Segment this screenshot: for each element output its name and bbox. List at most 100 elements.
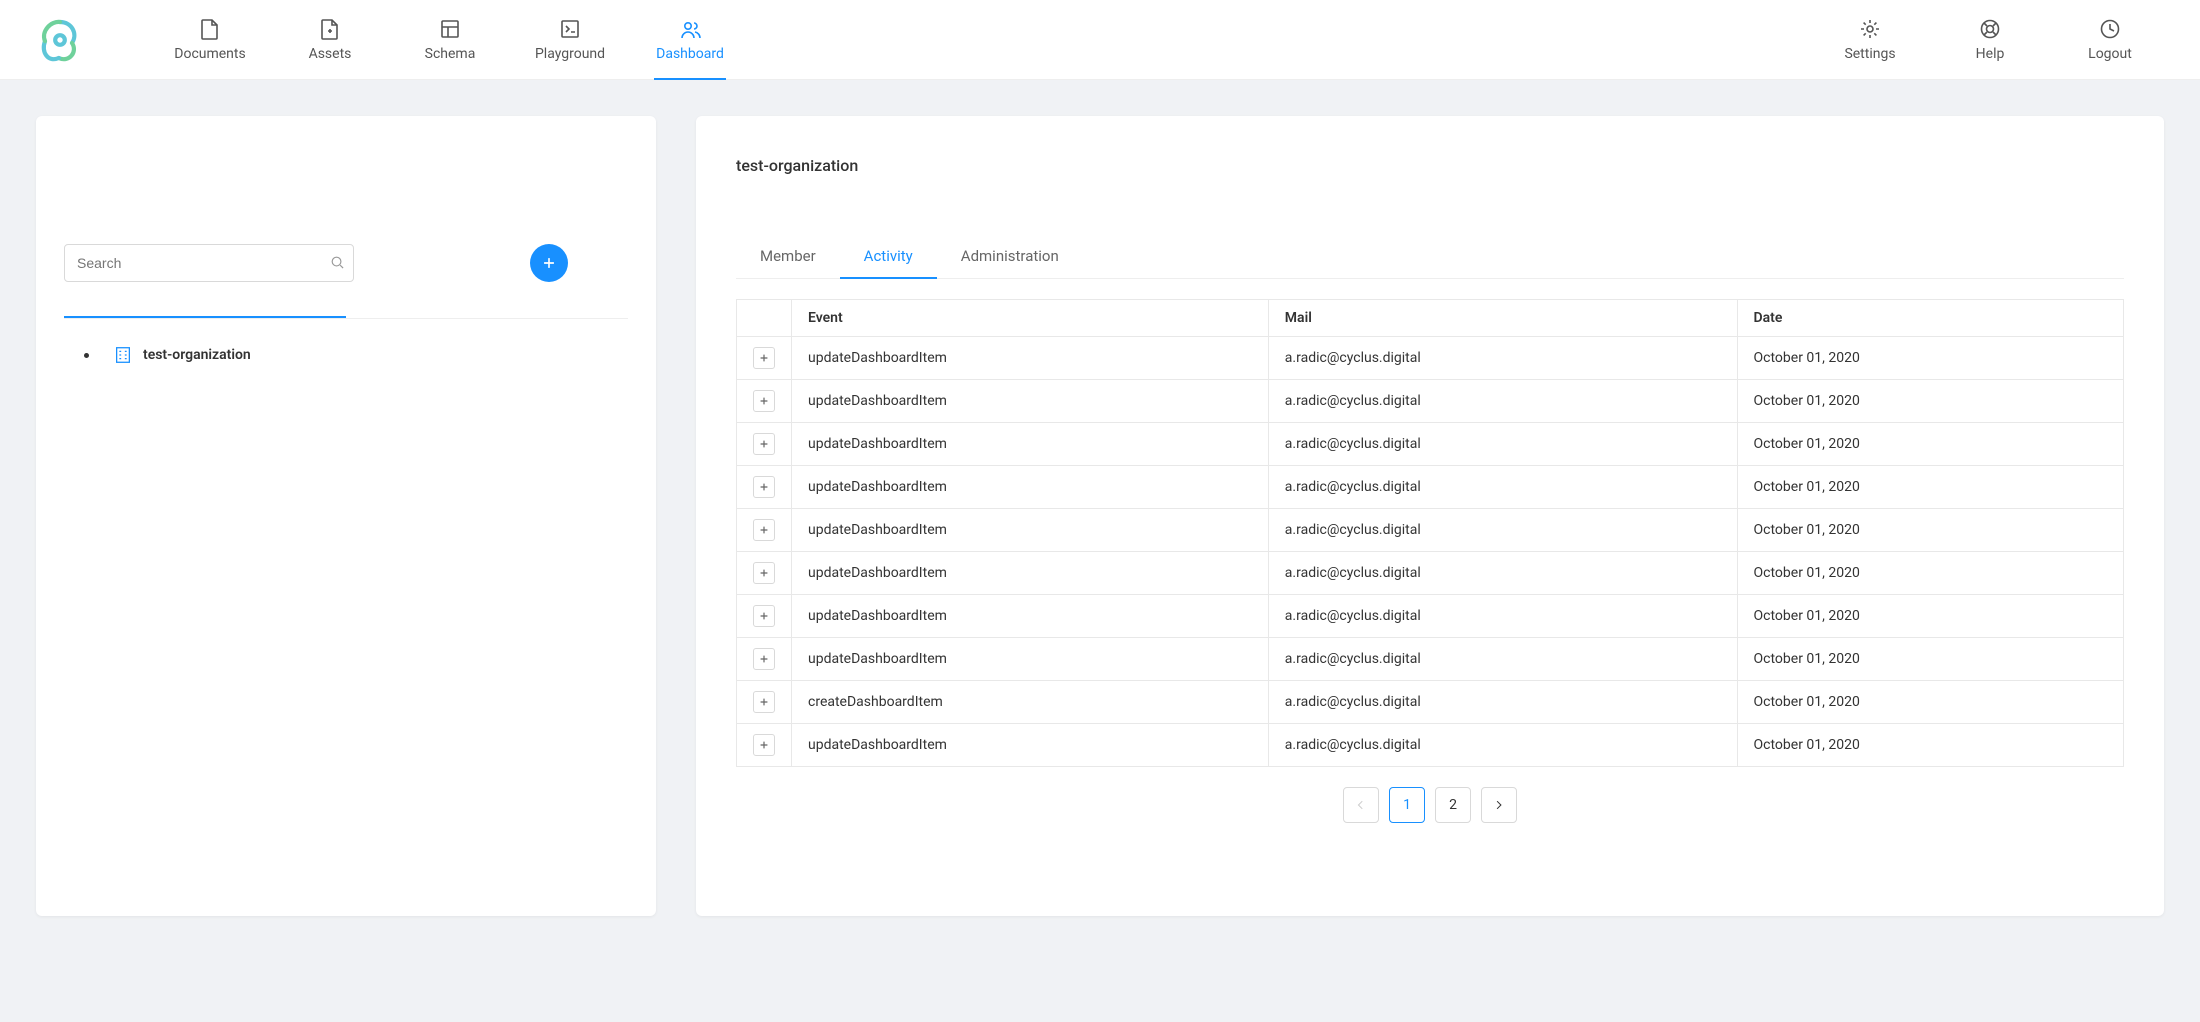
expand-row-button[interactable] — [753, 691, 775, 713]
table-row: updateDashboardItem a.radic@cyclus.digit… — [737, 724, 2124, 767]
tab-activity[interactable]: Activity — [840, 235, 937, 279]
table-row: createDashboardItem a.radic@cyclus.digit… — [737, 681, 2124, 724]
expand-header — [737, 300, 792, 337]
nav-label: Logout — [2088, 46, 2132, 62]
cell-date: October 01, 2020 — [1737, 595, 2123, 638]
nav-schema[interactable]: Schema — [390, 0, 510, 80]
column-header: Mail — [1268, 300, 1737, 337]
table-row: updateDashboardItem a.radic@cyclus.digit… — [737, 423, 2124, 466]
expand-row-button[interactable] — [753, 648, 775, 670]
cell-event: updateDashboardItem — [792, 724, 1269, 767]
nav-documents[interactable]: Documents — [150, 0, 270, 80]
top-nav: Documents Assets Schema Playground Dashb… — [0, 0, 2200, 80]
add-organization-button[interactable] — [530, 244, 568, 282]
nav-label: Dashboard — [656, 46, 724, 62]
cell-event: createDashboardItem — [792, 681, 1269, 724]
bullet-icon — [84, 353, 89, 358]
cell-mail: a.radic@cyclus.digital — [1268, 552, 1737, 595]
cell-date: October 01, 2020 — [1737, 423, 2123, 466]
nav-label: Schema — [425, 46, 476, 62]
gear-icon — [1859, 18, 1881, 40]
column-header: Event — [792, 300, 1269, 337]
cell-event: updateDashboardItem — [792, 380, 1269, 423]
page-title: test-organization — [736, 156, 2124, 175]
org-tab-active[interactable] — [64, 290, 346, 318]
file-icon — [199, 18, 221, 40]
page-prev-button[interactable] — [1343, 787, 1379, 823]
cell-date: October 01, 2020 — [1737, 638, 2123, 681]
tab-member[interactable]: Member — [736, 235, 840, 278]
cell-date: October 01, 2020 — [1737, 380, 2123, 423]
cell-event: updateDashboardItem — [792, 552, 1269, 595]
cell-date: October 01, 2020 — [1737, 724, 2123, 767]
organizations-panel: test-organization — [36, 116, 656, 916]
expand-row-button[interactable] — [753, 347, 775, 369]
page-next-button[interactable] — [1481, 787, 1517, 823]
org-tabbar — [64, 290, 628, 319]
logout-icon — [2099, 18, 2121, 40]
chevron-left-icon — [1354, 798, 1368, 812]
cell-event: updateDashboardItem — [792, 466, 1269, 509]
org-tab-inactive[interactable] — [346, 290, 628, 318]
cell-date: October 01, 2020 — [1737, 681, 2123, 724]
nav-label: Assets — [309, 46, 352, 62]
cell-mail: a.radic@cyclus.digital — [1268, 337, 1737, 380]
nav-label: Playground — [535, 46, 605, 62]
plus-icon — [540, 254, 558, 272]
cell-date: October 01, 2020 — [1737, 466, 2123, 509]
activity-table: EventMailDate updateDashboardItem a.radi… — [736, 299, 2124, 767]
nav-dashboard[interactable]: Dashboard — [630, 0, 750, 80]
table-row: updateDashboardItem a.radic@cyclus.digit… — [737, 466, 2124, 509]
expand-row-button[interactable] — [753, 519, 775, 541]
cell-event: updateDashboardItem — [792, 509, 1269, 552]
nav-settings[interactable]: Settings — [1810, 0, 1930, 80]
nav-assets[interactable]: Assets — [270, 0, 390, 80]
cell-event: updateDashboardItem — [792, 638, 1269, 681]
cell-mail: a.radic@cyclus.digital — [1268, 509, 1737, 552]
building-icon — [113, 345, 133, 365]
cell-event: updateDashboardItem — [792, 423, 1269, 466]
table-row: updateDashboardItem a.radic@cyclus.digit… — [737, 552, 2124, 595]
expand-row-button[interactable] — [753, 562, 775, 584]
cell-mail: a.radic@cyclus.digital — [1268, 724, 1737, 767]
file-plus-icon — [319, 18, 341, 40]
table-row: updateDashboardItem a.radic@cyclus.digit… — [737, 595, 2124, 638]
column-header: Date — [1737, 300, 2123, 337]
nav-playground[interactable]: Playground — [510, 0, 630, 80]
cell-event: updateDashboardItem — [792, 595, 1269, 638]
terminal-icon — [559, 18, 581, 40]
expand-row-button[interactable] — [753, 476, 775, 498]
table-row: updateDashboardItem a.radic@cyclus.digit… — [737, 380, 2124, 423]
nav-label: Documents — [174, 46, 245, 62]
nav-logout[interactable]: Logout — [2050, 0, 2170, 80]
cell-date: October 01, 2020 — [1737, 337, 2123, 380]
cell-mail: a.radic@cyclus.digital — [1268, 681, 1737, 724]
org-name: test-organization — [143, 347, 251, 363]
cell-mail: a.radic@cyclus.digital — [1268, 380, 1737, 423]
search-icon — [330, 255, 346, 271]
cell-event: updateDashboardItem — [792, 337, 1269, 380]
layout-icon — [439, 18, 461, 40]
cell-mail: a.radic@cyclus.digital — [1268, 595, 1737, 638]
expand-row-button[interactable] — [753, 433, 775, 455]
nav-help[interactable]: Help — [1930, 0, 2050, 80]
expand-row-button[interactable] — [753, 390, 775, 412]
users-icon — [679, 18, 701, 40]
help-icon — [1979, 18, 2001, 40]
cell-date: October 01, 2020 — [1737, 552, 2123, 595]
cell-mail: a.radic@cyclus.digital — [1268, 638, 1737, 681]
page-2-button[interactable]: 2 — [1435, 787, 1471, 823]
tab-administration[interactable]: Administration — [937, 235, 1083, 278]
cell-date: October 01, 2020 — [1737, 509, 2123, 552]
page-1-button[interactable]: 1 — [1389, 787, 1425, 823]
cell-mail: a.radic@cyclus.digital — [1268, 423, 1737, 466]
search-input[interactable] — [64, 244, 354, 282]
app-logo[interactable] — [30, 10, 90, 70]
table-row: updateDashboardItem a.radic@cyclus.digit… — [737, 337, 2124, 380]
expand-row-button[interactable] — [753, 734, 775, 756]
table-row: updateDashboardItem a.radic@cyclus.digit… — [737, 638, 2124, 681]
cell-mail: a.radic@cyclus.digital — [1268, 466, 1737, 509]
chevron-right-icon — [1492, 798, 1506, 812]
expand-row-button[interactable] — [753, 605, 775, 627]
org-item[interactable]: test-organization — [84, 345, 628, 365]
